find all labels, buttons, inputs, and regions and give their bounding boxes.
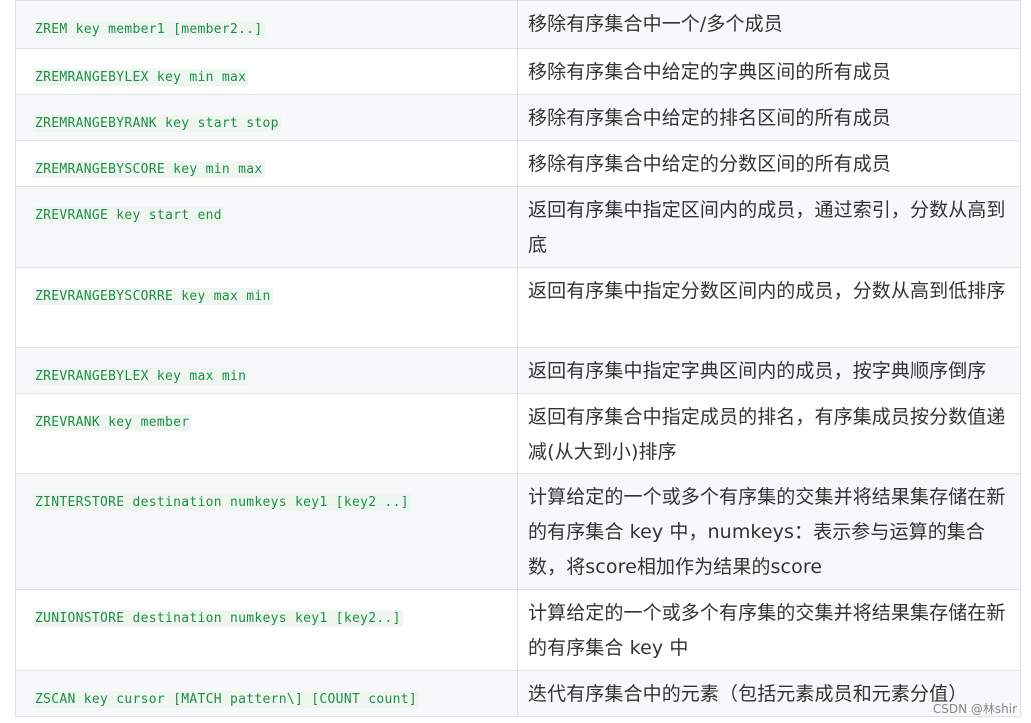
command-code: ZREMRANGEBYRANK key start stop (33, 115, 281, 132)
command-cell: ZREVRANGEBYLEX key max min (15, 347, 518, 394)
description-cell: 移除有序集合中给定的分数区间的所有成员 (517, 140, 1021, 187)
command-code: ZINTERSTORE destination numkeys key1 [ke… (33, 494, 411, 511)
command-code: ZREVRANK key member (33, 414, 192, 431)
description-cell: 返回有序集中指定分数区间内的成员，分数从高到低排序 (517, 267, 1021, 348)
table-row: ZREM key member1 [member2..] 移除有序集合中一个/多… (15, 0, 1021, 49)
table-row: ZREVRANK key member 返回有序集合中指定成员的排名，有序集成员… (15, 393, 1021, 474)
description-cell: 计算给定的一个或多个有序集的交集并将结果集存储在新的有序集合 key 中 (517, 589, 1021, 671)
table-row: ZREVRANGEBYLEX key max min 返回有序集中指定字典区间内… (15, 347, 1021, 394)
table-row: ZREMRANGEBYLEX key min max 移除有序集合中给定的字典区… (15, 48, 1021, 95)
description-cell: 移除有序集合中给定的排名区间的所有成员 (517, 94, 1021, 141)
command-table-container: ZREM key member1 [member2..] 移除有序集合中一个/多… (15, 0, 1021, 717)
command-code: ZREM key member1 [member2..] (33, 21, 265, 38)
command-cell: ZREVRANGEBYSCORRE key max min (15, 267, 518, 348)
command-code: ZSCAN key cursor [MATCH pattern\] [COUNT… (33, 691, 419, 708)
command-cell: ZREVRANGE key start end (15, 186, 518, 268)
csdn-watermark: CSDN @林shir (932, 702, 1017, 716)
command-cell: ZREM key member1 [member2..] (15, 0, 518, 49)
table-row: ZREVRANGEBYSCORRE key max min 返回有序集中指定分数… (15, 267, 1021, 348)
command-cell: ZREMRANGEBYSCORE key min max (15, 140, 518, 187)
command-cell: ZUNIONSTORE destination numkeys key1 [ke… (15, 589, 518, 671)
description-cell: 返回有序集中指定区间内的成员，通过索引，分数从高到底 (517, 186, 1021, 268)
command-code: ZUNIONSTORE destination numkeys key1 [ke… (33, 610, 403, 627)
command-code: ZREVRANGEBYLEX key max min (33, 368, 249, 385)
table-row: ZREVRANGE key start end 返回有序集中指定区间内的成员，通… (15, 186, 1021, 268)
description-cell: 返回有序集中指定字典区间内的成员，按字典顺序倒序 (517, 347, 1021, 394)
command-code: ZREVRANGE key start end (33, 207, 224, 224)
description-cell: 移除有序集合中一个/多个成员 (517, 0, 1021, 49)
table-row: ZREMRANGEBYSCORE key min max 移除有序集合中给定的分… (15, 140, 1021, 187)
command-code: ZREMRANGEBYLEX key min max (33, 69, 249, 86)
table-row: ZSCAN key cursor [MATCH pattern\] [COUNT… (15, 670, 1021, 717)
command-cell: ZREMRANGEBYRANK key start stop (15, 94, 518, 141)
command-cell: ZSCAN key cursor [MATCH pattern\] [COUNT… (15, 670, 518, 717)
redis-zset-command-table: ZREM key member1 [member2..] 移除有序集合中一个/多… (15, 0, 1021, 717)
command-cell: ZREMRANGEBYLEX key min max (15, 48, 518, 95)
description-cell: 移除有序集合中给定的字典区间的所有成员 (517, 48, 1021, 95)
command-code: ZREVRANGEBYSCORRE key max min (33, 288, 273, 305)
description-cell: 返回有序集合中指定成员的排名，有序集成员按分数值递减(从大到小)排序 (517, 393, 1021, 474)
table-row: ZUNIONSTORE destination numkeys key1 [ke… (15, 589, 1021, 671)
command-code: ZREMRANGEBYSCORE key min max (33, 161, 265, 178)
command-cell: ZREVRANK key member (15, 393, 518, 474)
description-cell: 计算给定的一个或多个有序集的交集并将结果集存储在新的有序集合 key 中，num… (517, 473, 1021, 590)
table-row: ZREMRANGEBYRANK key start stop 移除有序集合中给定… (15, 94, 1021, 141)
table-row: ZINTERSTORE destination numkeys key1 [ke… (15, 473, 1021, 590)
command-cell: ZINTERSTORE destination numkeys key1 [ke… (15, 473, 518, 590)
